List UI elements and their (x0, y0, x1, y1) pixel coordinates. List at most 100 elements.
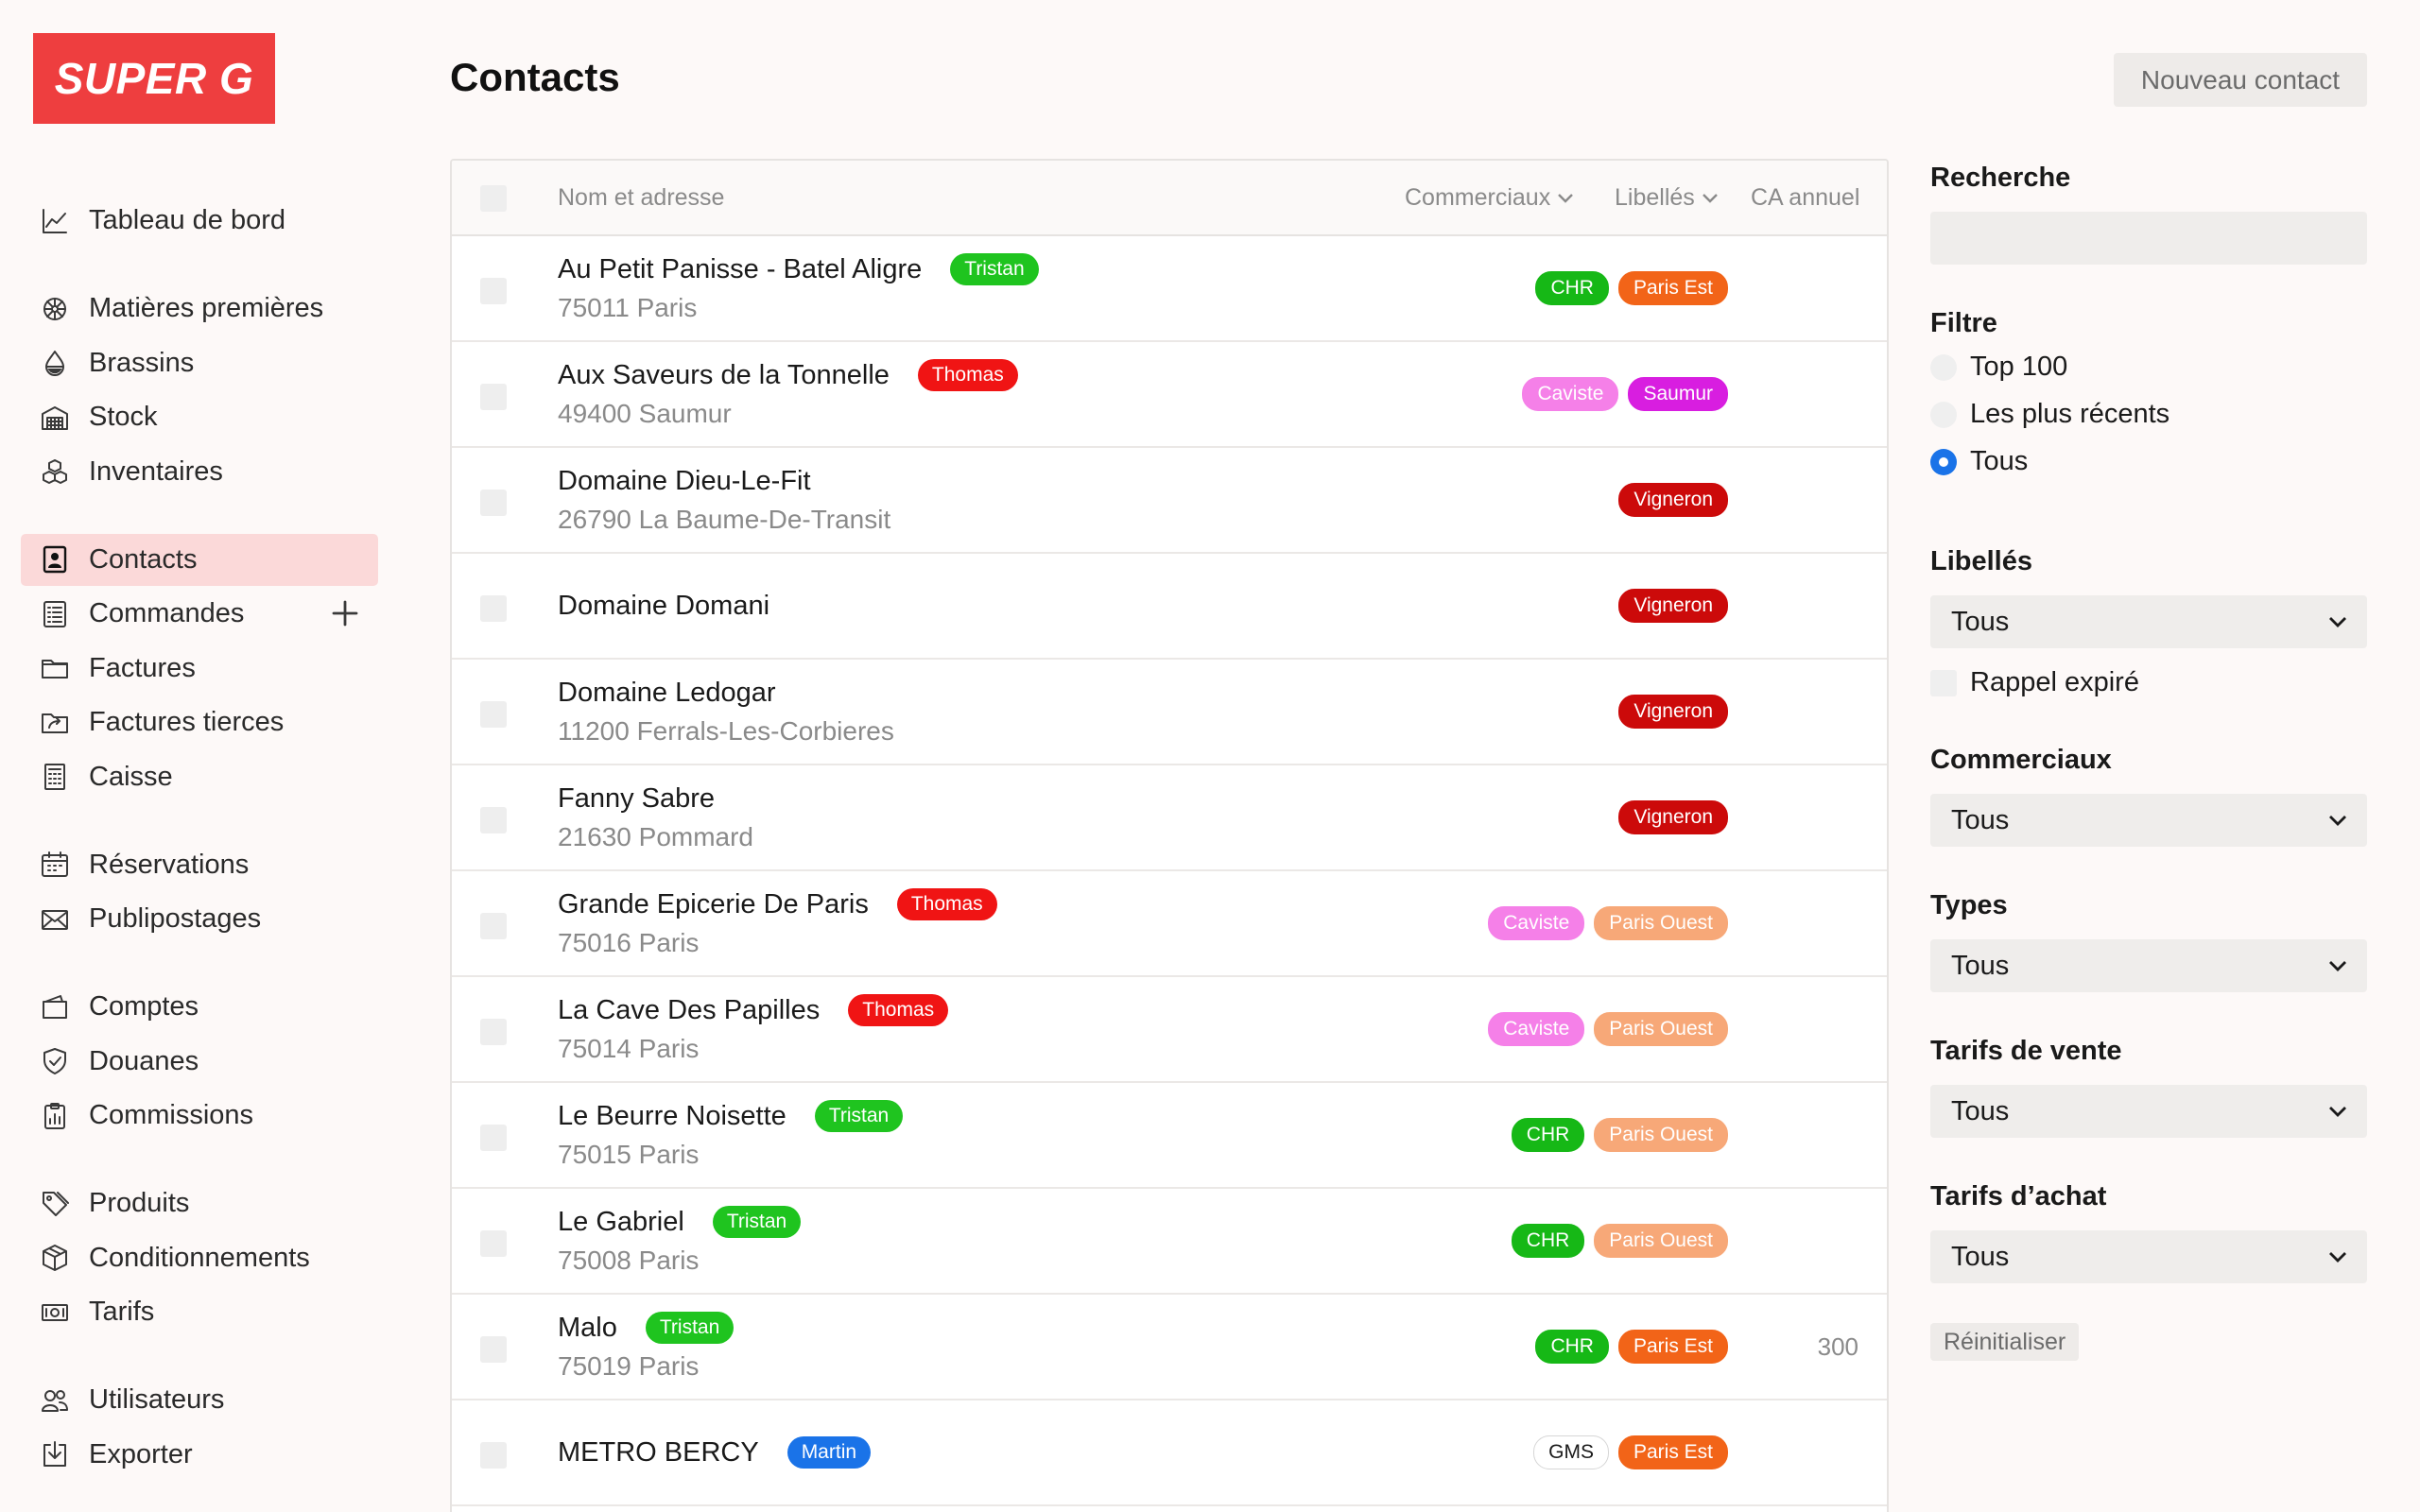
table-row[interactable]: Malo Tristan 75019 Paris CHR Paris Est 300 (452, 1295, 1887, 1400)
row-checkbox[interactable] (480, 913, 507, 939)
row-checkbox[interactable] (480, 701, 507, 728)
column-header-libelles[interactable]: Libellés (1615, 184, 1720, 212)
sidebar-item-tarifs[interactable]: Tarifs (21, 1286, 378, 1338)
tarifs-achat-select[interactable]: Tous (1930, 1230, 2367, 1283)
row-checkbox[interactable] (480, 1336, 507, 1363)
contact-card-icon (38, 542, 72, 576)
contact-name[interactable]: Grande Epicerie De Paris (558, 889, 869, 920)
row-checkbox[interactable] (480, 490, 507, 516)
new-contact-button[interactable]: Nouveau contact (2114, 53, 2367, 107)
table-row[interactable]: Domaine Domani Vigneron (452, 554, 1887, 660)
table-row[interactable]: Domaine Ledogar 11200 Ferrals-Les-Corbier… (452, 660, 1887, 765)
table-row[interactable]: Le Gabriel Tristan 75008 Paris CHR Paris Oue… (452, 1189, 1887, 1295)
sidebar-item-inventaires[interactable]: Inventaires (21, 446, 378, 498)
table-row[interactable]: Domaine Dieu-Le-Fit 26790 La Baume-De-Tra… (452, 448, 1887, 554)
filter-radio-row[interactable]: Top 100 (1930, 352, 2067, 383)
filter-radio[interactable] (1930, 401, 1957, 428)
contact-name-address: Le Beurre Noisette Tristan 75015 Paris (558, 1083, 904, 1187)
salesperson-badge: Tristan (712, 1206, 802, 1238)
contact-name-address: Aux Saveurs de la Tonnelle Thomas 49400 Sa… (558, 342, 1018, 446)
sidebar-item-douanes[interactable]: Douanes (21, 1036, 378, 1088)
brand-logo[interactable]: SUPER G (33, 33, 275, 124)
table-row[interactable]: METRO BERCY Martin GMS Paris Est (452, 1400, 1887, 1506)
tarifs-achat-title: Tarifs d’achat (1930, 1181, 2107, 1211)
row-checkbox[interactable] (480, 807, 507, 833)
sidebar-item-comptes[interactable]: Comptes (21, 981, 378, 1033)
rappel-expire-checkbox[interactable] (1930, 669, 1957, 696)
nav-group: Utilisateurs Exporter (21, 1374, 378, 1481)
sidebar-item-factures-tierces[interactable]: Factures tierces (21, 696, 378, 748)
sidebar-item-stock[interactable]: Stock (21, 391, 378, 443)
sidebar-item-brassins[interactable]: Brassins (21, 337, 378, 389)
table-row[interactable]: Aux Saveurs de la Tonnelle Thomas 49400 Sa… (452, 342, 1887, 448)
row-checkbox[interactable] (480, 1442, 507, 1469)
row-checkbox[interactable] (480, 1125, 507, 1151)
salesperson-badge: Thomas (848, 994, 949, 1026)
contact-name-address: Fanny Sabre 21630 Pommard (558, 765, 753, 869)
contact-name-address: Grande Epicerie De Paris Thomas 75016 Pari… (558, 871, 997, 975)
commerciaux-title: Commerciaux (1930, 745, 2112, 775)
chevron-down-icon (2329, 1252, 2346, 1263)
filter-radio-row[interactable]: Les plus récents (1930, 399, 2169, 430)
contact-name[interactable]: METRO BERCY (558, 1437, 759, 1469)
sidebar-item-caisse[interactable]: Caisse (21, 751, 378, 803)
sidebar-item-matieres-premieres[interactable]: Matières premières (21, 283, 378, 335)
label-tag: Vigneron (1618, 589, 1728, 623)
sidebar-item-commandes[interactable]: Commandes (21, 588, 378, 640)
sidebar-item-tableau-de-bord[interactable]: Tableau de bord (21, 195, 378, 247)
sidebar-item-label: Utilisateurs (89, 1384, 225, 1415)
column-header-ca[interactable]: CA annuel (1751, 184, 1859, 212)
libelles-select[interactable]: Tous (1930, 595, 2367, 648)
select-all-checkbox[interactable] (480, 185, 507, 212)
filter-radio[interactable] (1930, 448, 1957, 475)
tarifs-vente-select[interactable]: Tous (1930, 1085, 2367, 1138)
reset-button[interactable]: Réinitialiser (1930, 1323, 2080, 1361)
table-row[interactable]: Le Beurre Noisette Tristan 75015 Paris CHR P… (452, 1083, 1887, 1189)
filter-radio-row[interactable]: Tous (1930, 446, 2028, 477)
contact-name[interactable]: Fanny Sabre (558, 783, 715, 815)
table-row[interactable]: Au Petit Panisse - Batel Aligre Tristan 75… (452, 236, 1887, 342)
filter-radio[interactable] (1930, 353, 1957, 381)
chevron-down-icon (1702, 194, 1718, 203)
table-row[interactable]: La Cave Des Papilles Thomas 75014 Paris Cav… (452, 977, 1887, 1083)
search-input[interactable] (1930, 212, 2367, 265)
row-checkbox[interactable] (480, 595, 507, 622)
sidebar-item-contacts[interactable]: Contacts (21, 533, 378, 586)
sidebar-item-publipostages[interactable]: Publipostages (21, 893, 378, 945)
row-checkbox[interactable] (480, 384, 507, 410)
contact-name[interactable]: Le Gabriel (558, 1207, 684, 1238)
sidebar-item-utilisateurs[interactable]: Utilisateurs (21, 1374, 378, 1426)
contact-name[interactable]: Domaine Domani (558, 591, 769, 622)
sidebar-item-label: Tableau de bord (89, 205, 285, 235)
column-header-commerciaux[interactable]: Commerciaux (1405, 184, 1575, 212)
sidebar-item-label: Produits (89, 1188, 190, 1218)
sidebar-item-reservations[interactable]: Réservations (21, 839, 378, 891)
contact-name-line: Domaine Domani (558, 591, 769, 622)
sidebar-item-commissions[interactable]: Commissions (21, 1090, 378, 1142)
contact-name[interactable]: La Cave Des Papilles (558, 995, 820, 1026)
table-header: Nom et adresse Commerciaux Libellés CA a… (452, 161, 1887, 236)
commerciaux-select[interactable]: Tous (1930, 794, 2367, 847)
sidebar-item-conditionnements[interactable]: Conditionnements (21, 1232, 378, 1284)
row-checkbox[interactable] (480, 1019, 507, 1045)
row-checkbox[interactable] (480, 1230, 507, 1257)
contact-name[interactable]: Malo (558, 1313, 617, 1344)
filter-radio-label: Tous (1970, 446, 2029, 476)
sidebar-item-produits[interactable]: Produits (21, 1177, 378, 1229)
column-header-name[interactable]: Nom et adresse (558, 184, 724, 212)
label-tags: CHR Paris Est (1535, 1295, 1728, 1399)
contact-name[interactable]: Le Beurre Noisette (558, 1101, 786, 1132)
contact-name-line: La Cave Des Papilles Thomas (558, 994, 949, 1026)
contact-name[interactable]: Au Petit Panisse - Batel Aligre (558, 254, 922, 285)
contact-name[interactable]: Aux Saveurs de la Tonnelle (558, 360, 890, 391)
types-select[interactable]: Tous (1930, 939, 2367, 992)
row-checkbox[interactable] (480, 278, 507, 304)
plus-icon[interactable] (329, 597, 361, 629)
sidebar-item-exporter[interactable]: Exporter (21, 1429, 378, 1481)
table-row[interactable]: Grande Epicerie De Paris Thomas 75016 Pari… (452, 871, 1887, 977)
table-row[interactable]: Fanny Sabre 21630 Pommard Vigneron (452, 765, 1887, 871)
sidebar-item-factures[interactable]: Factures (21, 643, 378, 695)
contact-name[interactable]: Domaine Ledogar (558, 678, 776, 709)
contact-name[interactable]: Domaine Dieu-Le-Fit (558, 466, 811, 497)
rappel-expire-checkbox-row[interactable]: Rappel expiré (1930, 667, 2139, 698)
